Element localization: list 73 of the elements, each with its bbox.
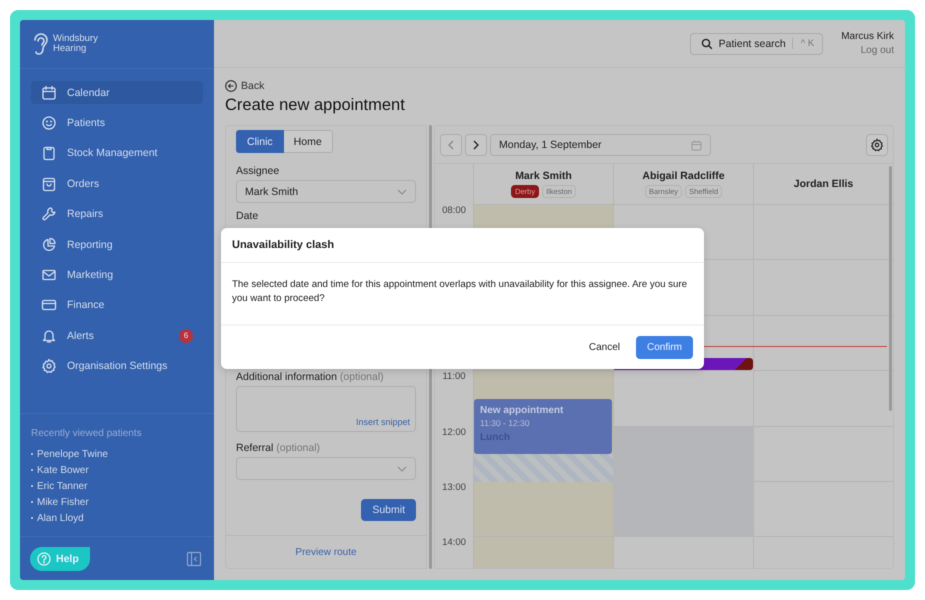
nav-item[interactable]: Reporting — [31, 232, 203, 256]
nav-item[interactable]: Organisation Settings — [31, 354, 203, 378]
calendar-icon — [691, 140, 702, 150]
toggle-tab[interactable]: Home — [284, 130, 333, 153]
scrollbar[interactable] — [889, 166, 892, 411]
time-label: 12:00 — [442, 426, 466, 440]
chevron-down-icon — [397, 466, 407, 472]
nav-item[interactable]: Orders — [31, 172, 203, 196]
appointment-time: 11:30 - 12:30 — [480, 418, 530, 428]
assignee-name: Mark Smith — [515, 170, 572, 182]
assignee-name: Abigail Radcliffe — [642, 170, 725, 182]
nav-item[interactable]: Patients — [31, 111, 203, 135]
field-label: Assignee — [236, 165, 280, 177]
logout-link[interactable]: Log out — [860, 45, 894, 56]
assignee-name: Jordan Ellis — [794, 178, 854, 190]
referral-dropdown[interactable] — [236, 457, 416, 480]
nav-item[interactable]: Repairs — [31, 202, 203, 226]
ear-logo-icon — [32, 31, 50, 57]
time-label: 13:00 — [442, 482, 466, 495]
collapse-sidebar-icon[interactable] — [186, 551, 202, 567]
bag-icon — [41, 176, 57, 192]
time-label: 08:00 — [442, 205, 466, 218]
page-title: Create new appointment — [225, 96, 406, 115]
dialog-title: Unavailability clash — [221, 228, 704, 263]
count-badge: 6 — [179, 328, 193, 343]
insert-snippet-link[interactable]: Insert snippet — [356, 417, 410, 427]
confirm-button[interactable]: Confirm — [636, 336, 693, 359]
smiley-icon — [41, 115, 57, 132]
field-label: Additional information (optional) — [236, 371, 385, 383]
brand-name: Windsbury Hearing — [53, 34, 99, 54]
patient-link[interactable]: Kate Bower — [37, 464, 89, 476]
time-label: 14:00 — [442, 537, 466, 550]
patient-link[interactable]: Penelope Twine — [37, 448, 108, 460]
text-area[interactable]: Insert snippet — [236, 386, 416, 432]
search-icon — [700, 38, 713, 50]
appointment-title: New appointment — [480, 404, 564, 416]
chevron-left-icon — [448, 140, 454, 150]
date-field[interactable]: Monday, 1 September — [490, 134, 711, 156]
patient-search-button[interactable]: Patient search ^ K — [690, 32, 824, 54]
question-icon — [37, 552, 51, 566]
chevron-right-icon — [473, 140, 479, 150]
cancel-button[interactable]: Cancel — [588, 338, 620, 357]
patient-link[interactable]: Eric Tanner — [37, 480, 88, 492]
gear-icon — [41, 358, 57, 374]
dialog-message: The selected date and time for this appointment overlaps with unavailability for this assignee. Are you sure you want to proceed? — [221, 263, 704, 326]
preview-route-link[interactable]: Preview route — [295, 546, 357, 558]
user-name: Marcus Kirk — [841, 31, 894, 42]
patient-link[interactable]: Alan Lloyd — [37, 512, 84, 524]
shortcut-hint: ^ K — [792, 38, 814, 49]
clipboard-icon — [41, 145, 57, 162]
settings-button[interactable] — [866, 134, 888, 156]
back-link[interactable]: Back — [225, 80, 264, 92]
toggle-tab[interactable]: Clinic — [236, 130, 284, 153]
nav-item[interactable]: Marketing — [31, 263, 203, 287]
nav-item[interactable]: Finance — [31, 294, 203, 318]
calendar-icon — [41, 84, 57, 101]
chevron-down-icon — [397, 188, 407, 194]
patient-link[interactable]: Mike Fisher — [37, 496, 89, 508]
nav-item[interactable]: Calendar — [31, 81, 203, 104]
time-label: 11:00 — [442, 371, 466, 384]
bell-icon — [41, 328, 57, 344]
section-heading: Recently viewed patients — [31, 428, 143, 439]
wrench-icon — [41, 206, 57, 222]
field-label: Date — [236, 210, 260, 222]
settings-icon — [870, 138, 884, 152]
pie-chart-icon — [41, 236, 57, 253]
field-label: Referral (optional) — [236, 442, 322, 454]
nav-item[interactable]: Alerts 6 — [31, 324, 203, 348]
back-arrow-icon — [225, 80, 237, 92]
assignee-dropdown[interactable]: Mark Smith — [236, 180, 416, 203]
next-day-button[interactable] — [465, 134, 487, 156]
submit-button[interactable]: Submit — [361, 499, 416, 521]
nav-item[interactable]: Stock Management — [31, 142, 203, 166]
